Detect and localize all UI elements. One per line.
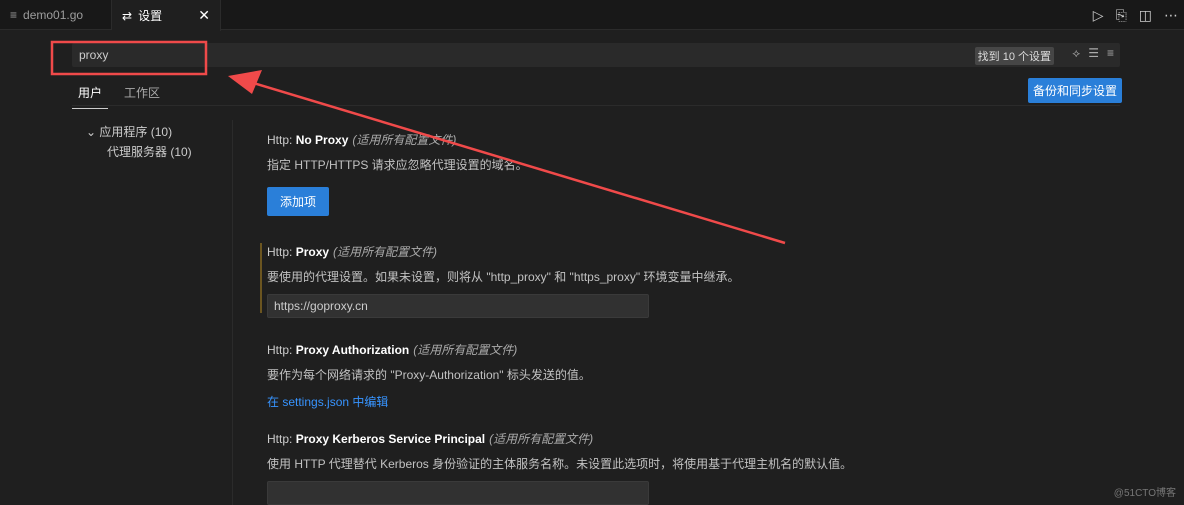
result-count: 找到 10 个设置 bbox=[974, 47, 1054, 65]
divider bbox=[72, 105, 1120, 106]
add-item-button[interactable]: 添加项 bbox=[267, 187, 330, 216]
setting-scope: (适用所有配置文件) bbox=[352, 133, 457, 147]
settings-search: 找到 10 个设置 ⟡ ☰ ≡ bbox=[72, 43, 1120, 67]
setting-category: Http: bbox=[267, 133, 296, 147]
filter-icon[interactable]: ≡ bbox=[1107, 46, 1114, 61]
setting-name: Proxy Kerberos Service Principal bbox=[295, 432, 486, 446]
annotation-arrowhead bbox=[228, 70, 262, 94]
split-editor-icon[interactable]: ◫ bbox=[1139, 7, 1152, 24]
setting-description: 要作为每个网络请求的 "Proxy-Authorization" 标头发送的值。 bbox=[267, 368, 591, 382]
tab-label: 设置 bbox=[138, 9, 163, 23]
kerberos-input[interactable] bbox=[267, 481, 649, 505]
edit-in-settings-json-link[interactable]: 在 settings.json 中编辑 bbox=[267, 393, 591, 410]
setting-scope: (适用所有配置文件) bbox=[489, 432, 594, 446]
setting-no-proxy: Http: No Proxy (适用所有配置文件) 指定 HTTP/HTTPS 请… bbox=[267, 131, 528, 216]
toc-item-proxy[interactable]: 代理服务器 (10) bbox=[86, 142, 192, 162]
filter-modified-icon[interactable]: ⟡ bbox=[1072, 46, 1080, 61]
setting-name: No Proxy bbox=[295, 133, 349, 147]
watermark: @51CTO博客 bbox=[1113, 488, 1176, 499]
setting-description: 使用 HTTP 代理替代 Kerberos 身份验证的主体服务名称。未设置此选项… bbox=[267, 457, 853, 471]
setting-scope: (适用所有配置文件) bbox=[333, 245, 438, 259]
setting-category: Http: bbox=[267, 343, 296, 357]
setting-name: Proxy bbox=[295, 245, 330, 259]
modified-indicator bbox=[260, 243, 262, 313]
close-icon[interactable]: ✕ bbox=[198, 7, 210, 24]
settings-sliders-icon: ⇄ bbox=[122, 8, 133, 23]
toc-group[interactable]: ⌄ 应用程序 (10) bbox=[86, 122, 192, 142]
run-icon[interactable]: ▷ bbox=[1093, 7, 1104, 24]
setting-name: Proxy Authorization bbox=[295, 343, 410, 357]
chevron-down-icon: ⌄ bbox=[86, 125, 100, 139]
proxy-input[interactable]: https://goproxy.cn bbox=[267, 294, 649, 318]
open-settings-json-icon[interactable]: ⎘ bbox=[1116, 7, 1127, 24]
setting-category: Http: bbox=[267, 245, 296, 259]
divider bbox=[232, 120, 233, 505]
toc-group-label: 应用程序 (10) bbox=[99, 125, 173, 139]
more-icon[interactable]: ⋯ bbox=[1164, 7, 1178, 24]
setting-description: 要使用的代理设置。如果未设置，则将从 "http_proxy" 和 "https… bbox=[267, 270, 740, 284]
tab-bar: ≡ demo01.go ⇄ 设置 ✕ ▷ ⎘ ◫ ⋯ bbox=[0, 0, 1184, 31]
settings-toc: ⌄ 应用程序 (10) 代理服务器 (10) bbox=[86, 122, 192, 162]
clear-filter-icon[interactable]: ☰ bbox=[1088, 46, 1099, 61]
search-input[interactable] bbox=[72, 43, 672, 67]
setting-description: 指定 HTTP/HTTPS 请求应忽略代理设置的域名。 bbox=[267, 158, 528, 172]
tab-demo01-go[interactable]: ≡ demo01.go bbox=[0, 0, 112, 30]
setting-proxy-authorization: Http: Proxy Authorization (适用所有配置文件) 要作为每… bbox=[267, 341, 591, 410]
file-lines-icon: ≡ bbox=[10, 8, 18, 22]
tab-label: demo01.go bbox=[23, 8, 84, 22]
setting-scope: (适用所有配置文件) bbox=[413, 343, 518, 357]
tab-settings[interactable]: ⇄ 设置 ✕ bbox=[112, 0, 221, 31]
setting-category: Http: bbox=[267, 432, 296, 446]
backup-sync-button[interactable]: 备份和同步设置 bbox=[1028, 78, 1123, 103]
setting-proxy: Http: Proxy (适用所有配置文件) 要使用的代理设置。如果未设置，则将从… bbox=[267, 243, 739, 318]
setting-proxy-kerberos: Http: Proxy Kerberos Service Principal (适… bbox=[267, 430, 852, 505]
